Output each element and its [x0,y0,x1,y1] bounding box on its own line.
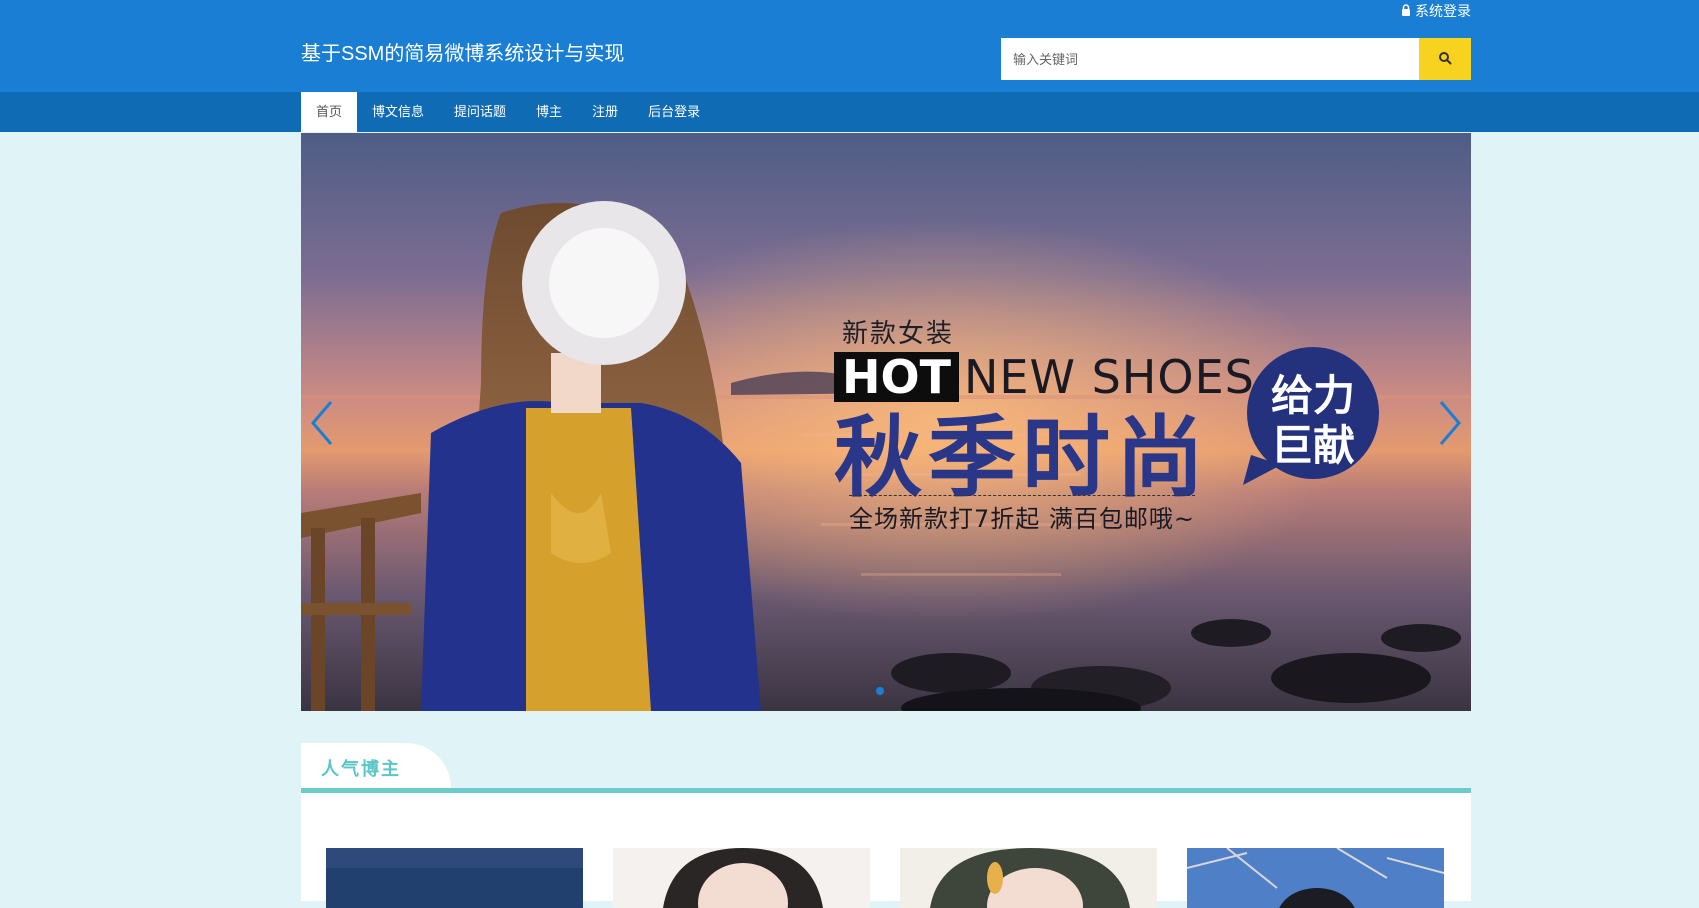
nav-item-topics[interactable]: 提问话题 [439,92,521,132]
chevron-left-icon [311,401,333,445]
nav-list: 首页 博文信息 提问话题 博主 注册 后台登录 [301,92,715,132]
site-header: 系统登录 基于SSM的简易微博系统设计与实现 [0,0,1699,92]
site-title: 基于SSM的简易微博系统设计与实现 [301,43,625,65]
blogger-card[interactable] [326,848,583,908]
section-title: 人气博主 [321,759,401,779]
blogger-avatar-image [613,848,870,908]
nav-item-register[interactable]: 注册 [577,92,633,132]
nav-item-posts[interactable]: 博文信息 [357,92,439,132]
blogger-card[interactable] [1187,848,1444,908]
nav-item-bloggers[interactable]: 博主 [521,92,577,132]
blogger-avatar-image [900,848,1157,908]
search-icon [1438,51,1452,68]
bubble-line-1: 给力 [1270,371,1355,420]
banner-sub-text: 全场新款打7折起 满百包邮哦~ [849,495,1196,534]
carousel-dot[interactable] [876,687,884,695]
banner-hot-label: HOT [834,352,959,402]
chevron-right-icon [1439,401,1461,445]
carousel-pagination [876,687,884,695]
blogger-avatar-image [326,848,583,908]
banner-small-text: 新款女装 [842,319,955,349]
main-nav: 首页 博文信息 提问话题 博主 注册 后台登录 [0,92,1699,132]
blogger-avatar-image [1187,848,1444,908]
search-button[interactable] [1419,38,1471,80]
blogger-card[interactable] [900,848,1157,908]
bubble-text: 给力 巨献 [1255,371,1371,471]
nav-item-admin-login[interactable]: 后台登录 [633,92,715,132]
system-login-label: 系统登录 [1415,3,1471,19]
nav-item-home[interactable]: 首页 [301,92,358,132]
search-input[interactable] [1001,38,1419,80]
popular-bloggers-list [301,793,1471,908]
lock-icon [1401,3,1411,19]
banner-overlay: 新款女装 HOT NEW SHOES 秋季时尚 全场新款打7折起 满百包邮哦~ … [301,133,1471,711]
carousel-prev-button[interactable] [307,398,337,448]
carousel-next-button[interactable] [1435,398,1465,448]
banner-big-text: 秋季时尚 [834,406,1211,509]
banner-carousel[interactable]: 新款女装 HOT NEW SHOES 秋季时尚 全场新款打7折起 满百包邮哦~ … [301,133,1471,711]
bubble-line-2: 巨献 [1270,421,1355,470]
banner-headline: NEW SHOES [964,350,1255,404]
system-login-link[interactable]: 系统登录 [1401,1,1471,21]
section-tab: 人气博主 [301,743,451,788]
blogger-card[interactable] [613,848,870,908]
